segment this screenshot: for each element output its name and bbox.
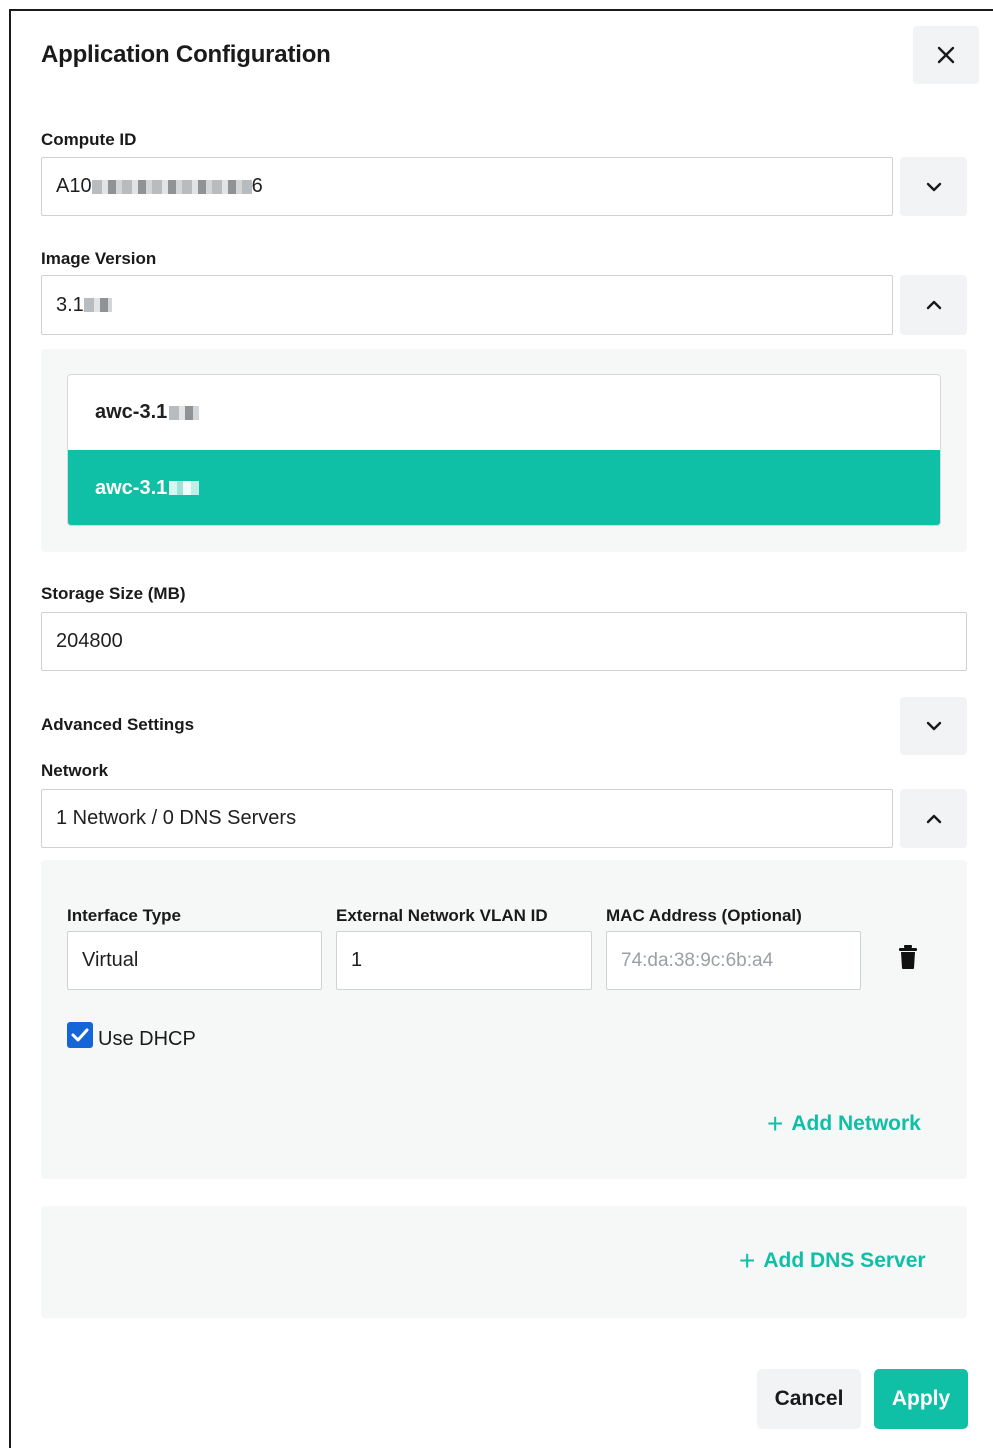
compute-id-dropdown-button[interactable] bbox=[900, 157, 967, 216]
image-version-label: Image Version bbox=[41, 249, 157, 268]
advanced-settings-toggle-button[interactable] bbox=[900, 697, 967, 755]
use-dhcp-checkbox[interactable] bbox=[67, 1022, 93, 1048]
option-label: awc-3.1 bbox=[95, 401, 168, 423]
image-version-option[interactable]: awc-3.1 bbox=[68, 375, 940, 450]
image-version-option-selected[interactable]: awc-3.1 bbox=[68, 450, 940, 525]
image-version-option-list: awc-3.1 awc-3.1 bbox=[67, 374, 941, 526]
trash-icon bbox=[899, 945, 917, 969]
compute-id-value-suffix: 6 bbox=[251, 175, 263, 197]
compute-id-label: Compute ID bbox=[41, 130, 137, 149]
compute-id-field[interactable]: A10 6 bbox=[41, 157, 893, 216]
redacted-value bbox=[83, 298, 112, 312]
close-button[interactable] bbox=[913, 26, 979, 84]
mac-address-input[interactable]: 74:da:38:9c:6b:a4 bbox=[606, 931, 861, 990]
plus-icon: + bbox=[739, 1245, 756, 1276]
chevron-up-icon bbox=[926, 300, 941, 310]
network-summary-field[interactable]: 1 Network / 0 DNS Servers bbox=[41, 789, 893, 848]
advanced-settings-label: Advanced Settings bbox=[41, 715, 195, 734]
storage-size-input[interactable]: 204800 bbox=[41, 612, 967, 671]
delete-network-button[interactable] bbox=[898, 944, 918, 970]
network-collapse-button[interactable] bbox=[900, 789, 967, 848]
chevron-down-icon bbox=[926, 721, 941, 731]
add-dns-server-button[interactable]: + Add DNS Server bbox=[739, 1247, 926, 1275]
interface-type-label: Interface Type bbox=[67, 906, 182, 925]
vlan-id-input[interactable]: 1 bbox=[336, 931, 592, 990]
cancel-button[interactable]: Cancel bbox=[757, 1369, 861, 1429]
vlan-id-label: External Network VLAN ID bbox=[336, 906, 548, 925]
apply-button[interactable]: Apply bbox=[874, 1369, 968, 1429]
image-version-value-prefix: 3.1 bbox=[56, 293, 84, 316]
redacted-value bbox=[91, 179, 252, 194]
close-icon bbox=[937, 46, 955, 64]
application-configuration-dialog: Application Configuration Compute ID A10… bbox=[9, 9, 993, 1448]
image-version-field[interactable]: 3.1 bbox=[41, 275, 893, 335]
storage-size-label: Storage Size (MB) bbox=[41, 584, 186, 603]
dialog-title: Application Configuration bbox=[41, 41, 331, 68]
add-network-button[interactable]: + Add Network bbox=[767, 1110, 921, 1138]
redacted-value bbox=[169, 481, 200, 495]
chevron-down-icon bbox=[926, 182, 941, 191]
plus-icon: + bbox=[767, 1108, 784, 1139]
use-dhcp-label: Use DHCP bbox=[98, 1028, 196, 1050]
add-dns-server-label: Add DNS Server bbox=[763, 1249, 926, 1272]
add-network-label: Add Network bbox=[791, 1112, 921, 1135]
checkmark-icon bbox=[71, 1028, 89, 1042]
redacted-value bbox=[169, 405, 200, 420]
mac-address-label: MAC Address (Optional) bbox=[606, 906, 802, 925]
image-version-collapse-button[interactable] bbox=[900, 275, 967, 335]
interface-type-field[interactable]: Virtual bbox=[67, 931, 322, 990]
option-label: awc-3.1 bbox=[95, 476, 168, 499]
chevron-up-icon bbox=[926, 814, 941, 823]
network-label: Network bbox=[41, 761, 109, 780]
compute-id-value-prefix: A10 bbox=[56, 175, 92, 197]
